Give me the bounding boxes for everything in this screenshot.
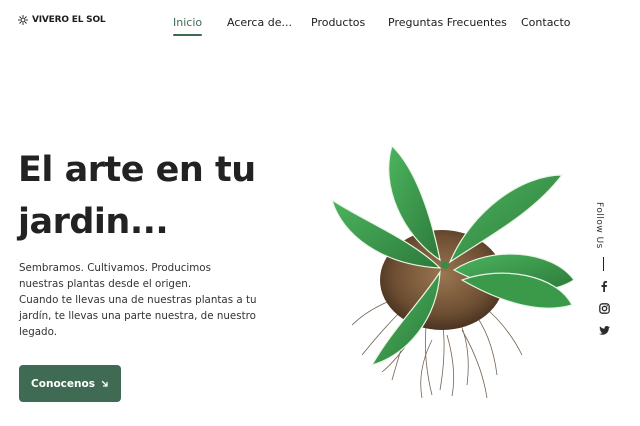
twitter-icon[interactable] [598, 324, 610, 336]
hero-description-line: nuestras plantas desde el origen. [19, 278, 192, 290]
active-nav-indicator [173, 34, 203, 36]
follow-us-label: Follow Us [594, 202, 604, 249]
social-sidebar: Follow Us [592, 200, 616, 340]
nav-item-label: Preguntas Frecuentes [388, 16, 507, 29]
hero-description-line: Cuando te llevas una de nuestras plantas… [19, 294, 257, 306]
nav-item-productos[interactable]: Productos [311, 16, 365, 29]
plant-image [330, 144, 575, 399]
facebook-icon[interactable] [598, 280, 610, 292]
instagram-icon[interactable] [598, 302, 610, 314]
conocenos-button[interactable]: Conocenos [19, 365, 121, 402]
nav-item-label: Contacto [521, 16, 571, 29]
nav-item-acerca[interactable]: Acerca de... [227, 16, 292, 29]
hero-title: El arte en tu jardin... [18, 144, 278, 248]
nav-item-label: Acerca de... [227, 16, 292, 29]
hero-title-line2: jardin... [18, 202, 169, 242]
nav-item-label: Inicio [173, 16, 203, 29]
site-header: VIVERO EL SOL Inicio Acerca de... Produc… [0, 0, 640, 46]
cta-label: Conocenos [31, 377, 95, 390]
social-divider [603, 257, 604, 271]
nav-item-preguntas[interactable]: Preguntas Frecuentes [388, 16, 507, 29]
nav-item-inicio[interactable]: Inicio [173, 16, 203, 36]
nav-item-contacto[interactable]: Contacto [521, 16, 571, 29]
hero-description-line: Sembramos. Cultivamos. Producimos [19, 262, 211, 274]
nav-item-label: Productos [311, 16, 366, 29]
hero-title-line1: El arte en tu [18, 150, 256, 190]
main-nav: Inicio Acerca de... Productos Preguntas … [0, 16, 640, 36]
hero-description: Sembramos. Cultivamos. Producimos nuestr… [19, 260, 259, 340]
hero-description-line: jardín, te llevas una parte nuestra, de … [19, 310, 256, 322]
arrow-down-right-icon [101, 380, 108, 387]
hero-description-line: legado. [19, 326, 57, 338]
